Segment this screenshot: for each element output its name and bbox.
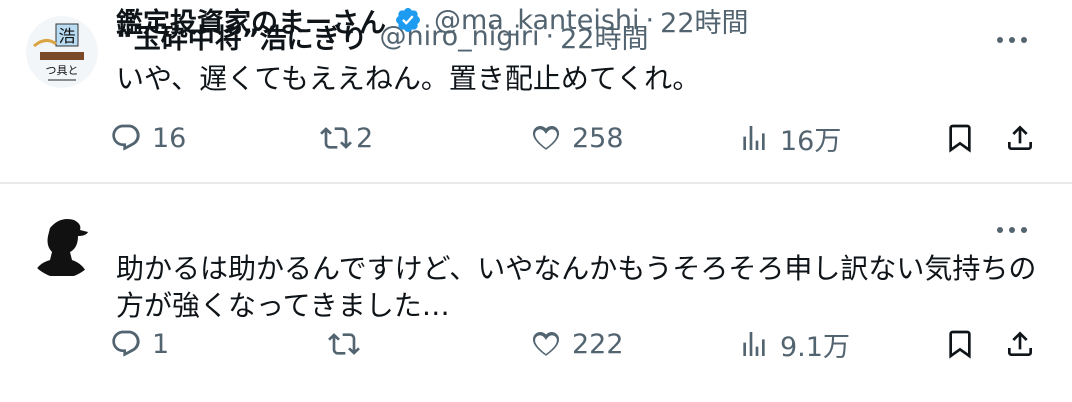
share-icon xyxy=(1008,331,1032,356)
bookmark-icon xyxy=(949,124,971,153)
like-icon xyxy=(532,331,560,356)
like-button[interactable]: 222 xyxy=(530,320,624,368)
tweet-text: 助かるは助かるんですけど、いやなんかもうそろそろ申し訳ない気持ちの方が強くなって… xyxy=(116,252,1037,322)
share-button[interactable] xyxy=(1004,320,1036,368)
tweet-header: 鑑定投資家のまーさん @ma_kanteishi · 22時間 xyxy=(116,0,749,40)
tweet-text: いや、遅くてもええねん。置き配止めてくれ。 xyxy=(116,62,701,95)
like-count: 258 xyxy=(572,122,624,154)
view-count: 9.1万 xyxy=(780,331,850,363)
reply-icon xyxy=(112,330,140,357)
views-button[interactable]: 16万 xyxy=(738,114,841,162)
more-icon[interactable] xyxy=(992,210,1032,250)
more-icon[interactable] xyxy=(992,20,1032,60)
views-icon xyxy=(743,332,765,356)
reply-button[interactable]: 16 xyxy=(110,114,186,162)
verified-icon xyxy=(394,6,422,34)
view-count: 16万 xyxy=(780,125,842,157)
repost-count: 2 xyxy=(356,122,374,154)
bookmark-button[interactable] xyxy=(944,320,976,368)
share-icon xyxy=(1008,125,1032,150)
reply-button[interactable]: 1 xyxy=(110,320,169,368)
repost-icon xyxy=(328,333,360,355)
reply-count: 1 xyxy=(152,328,170,360)
timestamp[interactable]: 22時間 xyxy=(660,1,748,40)
action-bar: 16 2 258 16万 xyxy=(110,114,1040,162)
views-button[interactable]: 9.1万 xyxy=(738,320,850,368)
repost-button[interactable] xyxy=(328,320,370,368)
views-icon xyxy=(743,126,765,150)
bookmark-button[interactable] xyxy=(944,114,976,162)
reply-icon xyxy=(112,124,140,151)
tweet[interactable]: 助かるは助かるんですけど、いやなんかもうそろそろ申し訳ない気持ちの方が強くなって… xyxy=(0,184,1072,402)
repost-icon xyxy=(320,127,352,149)
avatar-caption: つ具と xyxy=(46,64,79,77)
repost-button[interactable]: 2 xyxy=(320,114,373,162)
like-count: 222 xyxy=(572,328,624,360)
separator-dot: · xyxy=(645,4,655,36)
like-button[interactable]: 258 xyxy=(530,114,624,162)
bookmark-icon xyxy=(949,330,971,359)
action-bar: 1 222 9.1万 xyxy=(110,320,1040,368)
avatar-kanji: 浩 xyxy=(59,27,76,46)
user-handle[interactable]: @ma_kanteishi xyxy=(434,5,640,36)
avatar[interactable] xyxy=(26,206,98,278)
like-icon xyxy=(532,125,560,150)
reply-count: 16 xyxy=(152,122,187,154)
display-name[interactable]: 鑑定投資家のまーさん xyxy=(116,1,386,40)
share-button[interactable] xyxy=(1004,114,1036,162)
avatar[interactable]: 浩 つ具と xyxy=(26,16,98,88)
